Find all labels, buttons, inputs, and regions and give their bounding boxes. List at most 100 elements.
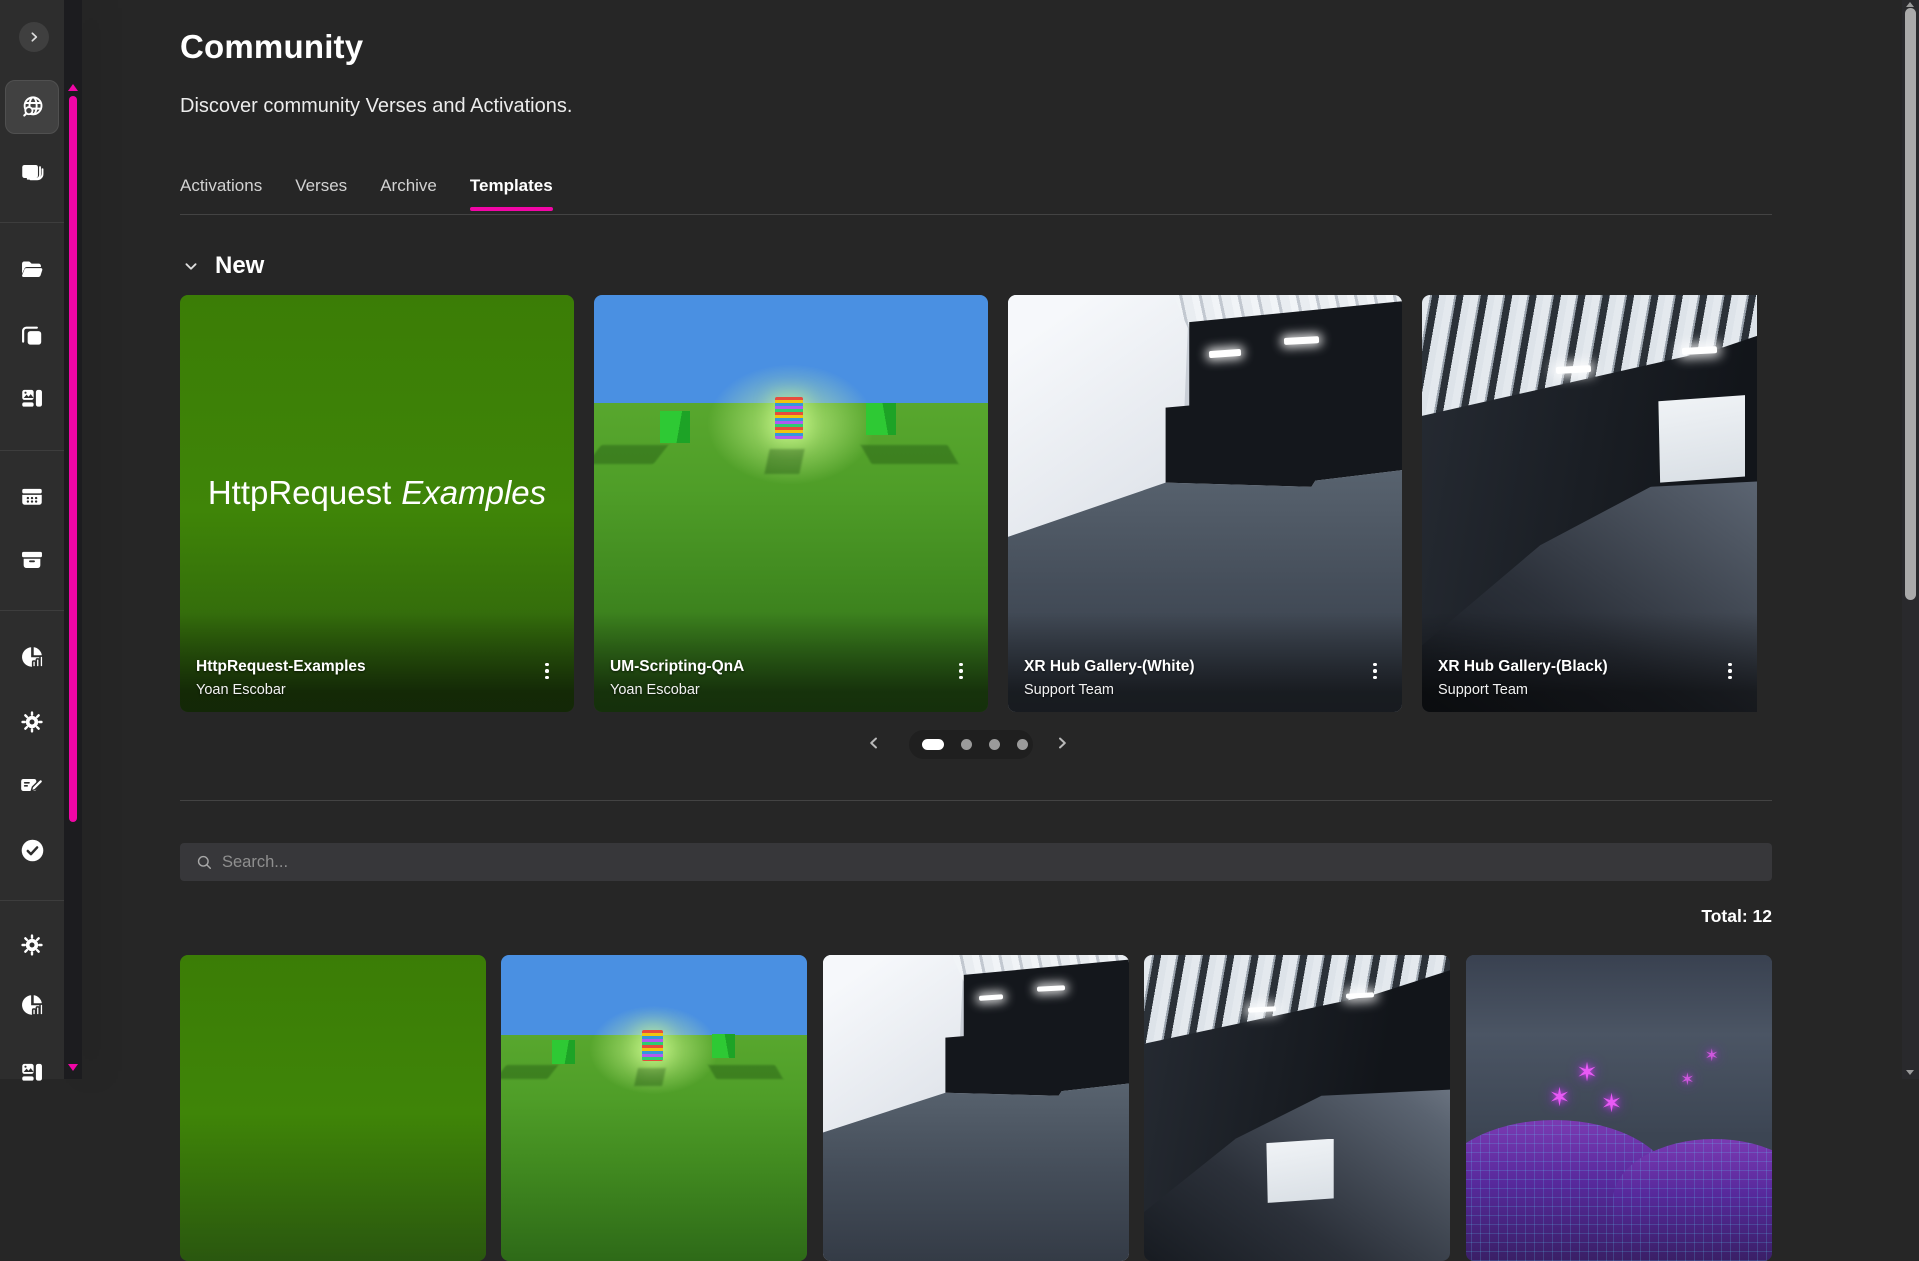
page-dot-4[interactable] [1017,739,1028,750]
check-circle-icon [19,837,46,864]
chevron-down-icon[interactable] [180,255,202,277]
page-dot-3[interactable] [989,739,1000,750]
tab-bar-divider [180,214,1772,215]
sidebar-item-duplicate[interactable] [10,314,54,358]
grid-card-3[interactable] [823,955,1129,1261]
card-art-vaporwave: ✶ ✶ ✶ ✶ ✶ [1466,955,1772,1261]
grid-card-4[interactable] [1144,955,1450,1261]
template-card-xr-hub-gallery-black[interactable]: XR Hub Gallery-(Black) Support Team [1422,295,1757,712]
kebab-menu-icon[interactable] [1362,656,1388,686]
chevron-left-icon [862,731,886,755]
media-gallery-icon [19,385,45,411]
template-card-httprequest-examples[interactable]: HttpRequestExamples HttpRequest-Examples… [180,295,574,712]
carousel-next-button[interactable] [1050,731,1074,755]
search-bar [180,843,1772,881]
scroll-up-arrow-icon[interactable] [68,84,78,91]
card-title: UM-Scripting-QnA [610,658,744,676]
tab-bar: Activations Verses Archive Templates [180,176,553,211]
scroll-up-arrow-icon[interactable] [1906,2,1914,7]
sidebar-item-media-2[interactable] [10,1050,54,1094]
kebab-menu-icon[interactable] [948,656,974,686]
sidebar-divider [0,900,64,901]
pie-analytics-icon [19,644,45,670]
palm-tree-icon: ✶ [1601,1090,1623,1116]
scroll-down-arrow-icon[interactable] [68,1064,78,1071]
sidebar-item-archive[interactable] [10,538,54,582]
sidebar-item-settings[interactable] [10,700,54,744]
media-gallery-icon [19,1059,45,1085]
total-count-label: Total: 12 [180,906,1772,927]
tab-verses[interactable]: Verses [295,176,347,211]
tab-activations[interactable]: Activations [180,176,262,211]
sidebar-item-community[interactable] [5,80,59,134]
template-carousel: HttpRequestExamples HttpRequest-Examples… [180,295,1772,712]
sidebar-item-approvals[interactable] [10,828,54,872]
card-title: HttpRequest-Examples [196,658,366,676]
section-header-new: New [180,252,264,280]
window-scrollbar-thumb[interactable] [1905,8,1916,600]
template-card-um-scripting-qna[interactable]: UM-Scripting-QnA Yoan Escobar [594,295,988,712]
section-title: New [215,252,264,280]
kebab-menu-icon[interactable] [1717,656,1743,686]
gear-icon [19,932,45,958]
page-dot-2[interactable] [961,739,972,750]
palm-tree-icon: ✶ [1576,1059,1598,1085]
carousel-prev-button[interactable] [862,731,886,755]
tab-templates[interactable]: Templates [470,176,553,211]
sidebar-item-compose[interactable] [10,763,54,807]
pie-analytics-icon [19,992,45,1018]
main-content: Community Discover community Verses and … [180,0,1772,1079]
sidebar-item-analytics-2[interactable] [10,983,54,1027]
kebab-menu-icon[interactable] [534,656,560,686]
section-divider [180,800,1772,801]
sidebar [0,0,64,1079]
grid-card-1[interactable] [180,955,486,1261]
card-art-gallery-white [823,955,1129,1261]
search-input[interactable] [222,843,922,881]
sidebar-scrollbar-thumb[interactable] [69,96,77,822]
card-art-gallery-black [1144,955,1450,1261]
template-card-xr-hub-gallery-white[interactable]: XR Hub Gallery-(White) Support Team [1008,295,1402,712]
scroll-down-arrow-icon[interactable] [1906,1070,1914,1075]
sidebar-scrollbar [64,0,82,1079]
sidebar-item-settings-2[interactable] [10,923,54,967]
sidebar-item-events[interactable] [10,475,54,519]
sidebar-divider [0,610,64,611]
card-title: XR Hub Gallery-(Black) [1438,658,1608,676]
card-author: Yoan Escobar [196,682,286,698]
card-author: Support Team [1024,682,1114,698]
card-author: Yoan Escobar [610,682,700,698]
carousel-pagination [909,730,1033,759]
palm-tree-icon: ✶ [1549,1084,1571,1110]
page-dot-1[interactable] [922,739,944,750]
card-art-green-field [501,955,807,1261]
gear-icon [19,709,45,735]
grid-card-5[interactable]: ✶ ✶ ✶ ✶ ✶ [1466,955,1772,1261]
chevron-right-icon [24,27,44,47]
card-title: XR Hub Gallery-(White) [1024,658,1195,676]
card-art-caption: HttpRequestExamples [180,474,574,512]
palm-tree-icon: ✶ [1705,1047,1719,1064]
folder-open-icon [19,257,45,283]
archive-box-icon [19,547,45,573]
sidebar-item-files[interactable] [10,248,54,292]
chevron-right-icon [1050,731,1074,755]
sidebar-item-analytics[interactable] [10,635,54,679]
card-art-green-title [180,955,486,1261]
layers-icon [19,159,45,185]
card-author: Support Team [1438,682,1528,698]
sidebar-divider [0,450,64,451]
grid-card-2[interactable] [501,955,807,1261]
copy-icon [19,323,45,349]
calendar-grid-icon [19,484,45,510]
card-edit-icon [19,772,45,798]
sidebar-item-collections[interactable] [10,150,54,194]
palm-tree-icon: ✶ [1680,1071,1694,1088]
window-scrollbar [1902,0,1919,1079]
tab-archive[interactable]: Archive [380,176,437,211]
sidebar-item-media[interactable] [10,376,54,420]
sidebar-toggle-button[interactable] [19,22,49,52]
sidebar-divider [0,222,64,223]
page-title: Community [180,28,363,66]
page-subtitle: Discover community Verses and Activation… [180,95,572,118]
